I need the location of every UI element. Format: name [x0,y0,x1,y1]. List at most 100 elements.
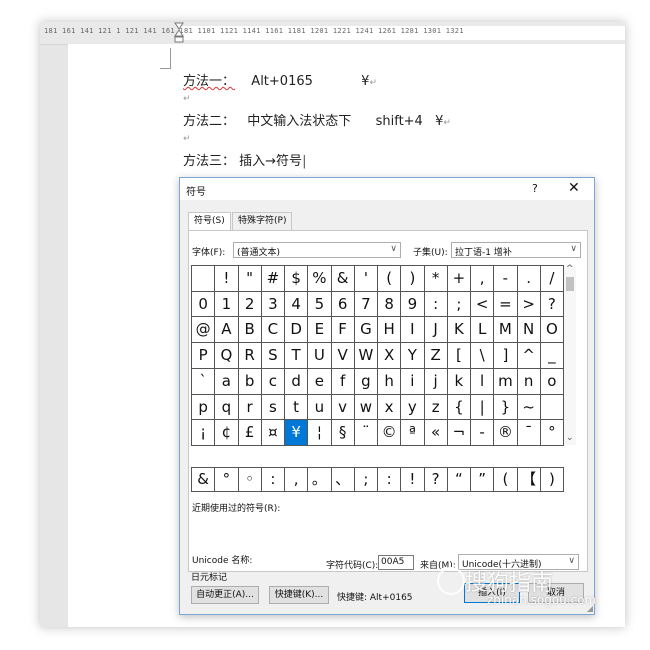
font-select[interactable]: (普通文本) ∨ [233,242,401,258]
symbol-cell[interactable]: + [447,266,471,292]
symbol-cell[interactable]: ~ [517,394,541,421]
symbol-cell[interactable]: ` [192,368,216,395]
symbol-cell[interactable]: @ [192,317,216,344]
recent-symbol-cell[interactable]: ! [401,468,425,492]
symbol-cell[interactable]: * [424,266,448,292]
symbol-cell[interactable]: ® [494,420,518,446]
symbol-cell[interactable]: I [401,317,425,344]
symbol-cell[interactable]: ¢ [215,420,239,446]
symbol-cell[interactable]: H [378,317,402,344]
symbol-cell[interactable]: « [424,420,448,446]
symbol-cell[interactable]: m [494,368,518,395]
scroll-down-icon[interactable]: ⌄ [566,433,574,443]
symbol-cell[interactable]: [ [447,343,471,369]
symbol-cell[interactable]: / [540,266,564,292]
symbol-cell[interactable]: w [354,394,378,421]
symbol-cell[interactable]: o [540,368,564,395]
symbol-cell[interactable]: } [494,394,518,421]
symbol-cell[interactable]: x [378,394,402,421]
symbol-cell[interactable]: Q [215,343,239,369]
symbol-cell[interactable]: d [285,368,309,395]
symbol-cell[interactable]: ¨ [354,420,378,446]
help-button[interactable]: ? [532,182,538,195]
symbol-cell[interactable]: g [354,368,378,395]
symbol-cell[interactable]: S [261,343,285,369]
symbol-cell[interactable]: ° [540,420,564,446]
symbol-cell[interactable]: ] [494,343,518,369]
symbol-cell[interactable]: _ [540,343,564,369]
symbol-cell[interactable]: b [238,368,262,395]
symbol-cell[interactable]: < [471,291,495,318]
symbol-cell[interactable]: j [424,368,448,395]
symbol-cell[interactable]: £ [238,420,262,446]
symbol-cell[interactable] [540,394,564,421]
symbol-cell[interactable]: l [471,368,495,395]
symbol-cell[interactable]: s [261,394,285,421]
symbol-cell[interactable]: 5 [308,291,332,318]
symbol-cell[interactable]: = [494,291,518,318]
symbol-cell[interactable]: z [424,394,448,421]
symbol-cell[interactable]: § [331,420,355,446]
symbol-cell[interactable]: ; [447,291,471,318]
recent-symbol-cell[interactable]: ◦ [238,468,262,492]
symbol-cell[interactable]: J [424,317,448,344]
symbol-cell[interactable]: v [331,394,355,421]
symbol-cell[interactable]: r [238,394,262,421]
recent-symbol-cell[interactable]: & [192,468,216,492]
symbol-cell[interactable]: ^ [517,343,541,369]
shortcut-key-button[interactable]: 快捷键(K)... [269,586,329,604]
symbol-cell[interactable]: 2 [238,291,262,318]
recent-symbol-cell[interactable]: ° [215,468,239,492]
tab-special-characters[interactable]: 特殊字符(P) [232,212,293,231]
symbol-cell[interactable]: > [517,291,541,318]
symbol-cell[interactable]: & [331,266,355,292]
symbol-cell[interactable]: 8 [378,291,402,318]
horizontal-ruler[interactable]: 181 161 141 121 1 121 141 161 181 1101 1… [40,22,625,45]
close-button[interactable]: ✕ [568,180,580,196]
symbol-cell[interactable]: O [540,317,564,344]
symbol-cell[interactable]: ¦ [308,420,332,446]
recent-symbol-cell[interactable]: “ [447,468,471,492]
symbol-cell[interactable]: N [517,317,541,344]
symbol-cell[interactable]: ¬ [447,420,471,446]
char-code-input[interactable]: 00A5 [378,555,414,570]
symbol-cell[interactable]: P [192,343,216,369]
recent-symbol-cell[interactable]: ? [424,468,448,492]
symbol-cell[interactable]: q [215,394,239,421]
symbol-cell[interactable]: ¥ [285,420,309,446]
dialog-titlebar[interactable]: 符号 ? ✕ [180,178,594,200]
symbol-cell[interactable]: : [424,291,448,318]
symbol-cell[interactable]: n [517,368,541,395]
symbol-cell[interactable]: # [261,266,285,292]
symbol-grid-scrollbar[interactable]: ^ ⌄ [564,264,576,445]
symbol-cell[interactable]: 7 [354,291,378,318]
symbol-cell[interactable]: ( [378,266,402,292]
symbol-cell[interactable]: U [308,343,332,369]
symbol-cell[interactable]: 1 [215,291,239,318]
symbol-cell[interactable]: t [285,394,309,421]
symbol-cell[interactable]: Z [424,343,448,369]
tab-symbols[interactable]: 符号(S) [188,212,231,231]
symbol-cell[interactable]: D [285,317,309,344]
symbol-cell[interactable]: 4 [285,291,309,318]
symbol-cell[interactable]: " [238,266,262,292]
symbol-cell[interactable]: B [238,317,262,344]
recent-symbol-cell[interactable]: 。 [308,468,332,492]
symbol-cell[interactable]: Y [401,343,425,369]
scroll-thumb[interactable] [566,277,574,291]
symbol-cell[interactable]: | [471,394,495,421]
indent-marker-icon[interactable] [174,22,184,44]
symbol-cell[interactable]: a [215,368,239,395]
recent-symbol-cell[interactable]: ” [471,468,495,492]
symbol-cell[interactable]: f [331,368,355,395]
symbol-cell[interactable]: X [378,343,402,369]
symbol-cell[interactable]: ª [401,420,425,446]
symbol-cell[interactable]: K [447,317,471,344]
symbol-cell[interactable]: y [401,394,425,421]
recent-symbol-cell[interactable]: ( [494,468,518,492]
recent-symbol-cell[interactable]: ) [540,468,564,492]
recent-symbol-cell[interactable]: : [378,468,402,492]
symbol-cell[interactable]: L [471,317,495,344]
symbol-cell[interactable]: F [331,317,355,344]
symbol-cell[interactable]: { [447,394,471,421]
